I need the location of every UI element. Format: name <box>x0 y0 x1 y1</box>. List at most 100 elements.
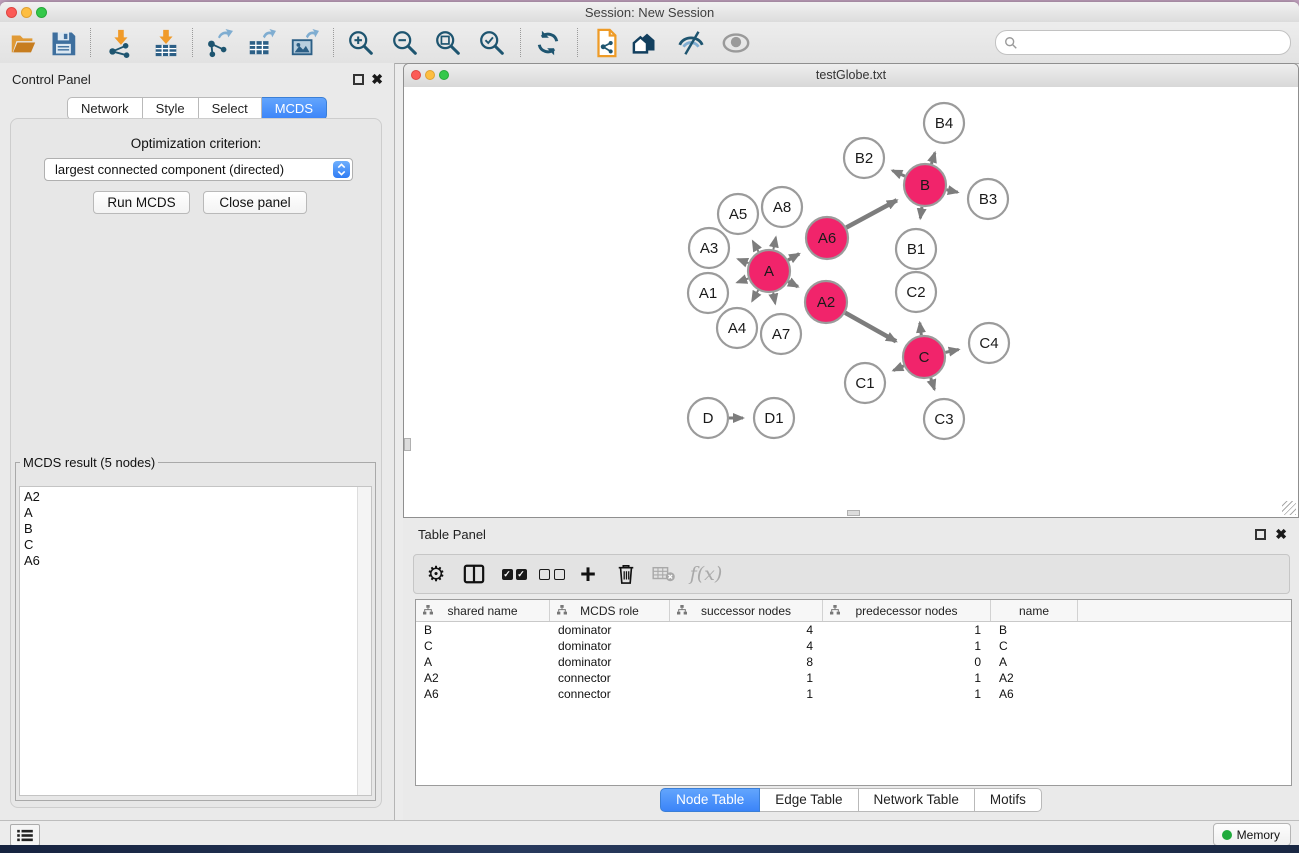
column-header-predecessor-nodes[interactable]: predecessor nodes <box>823 600 991 621</box>
open-file-icon[interactable] <box>5 25 41 60</box>
cell-successor-nodes[interactable]: 8 <box>670 654 823 670</box>
cell-name[interactable]: A6 <box>991 686 1078 702</box>
network-graph[interactable]: B4B2BB3A8A5A6B1A3AA1C2A2A4A7CC4C1C3DD1 <box>404 87 1298 517</box>
cell-MCDS-role[interactable]: dominator <box>550 654 670 670</box>
node-C1[interactable]: C1 <box>845 363 885 403</box>
cell-predecessor-nodes[interactable]: 1 <box>823 638 991 654</box>
network-file-icon[interactable] <box>588 25 624 60</box>
node-A7[interactable]: A7 <box>761 314 801 354</box>
cell-shared-name[interactable]: C <box>416 638 550 654</box>
edge-C-C4[interactable] <box>946 350 959 353</box>
show-column-icon[interactable] <box>458 559 490 589</box>
zoom-selected-icon[interactable] <box>474 25 510 60</box>
table-row[interactable]: A6connector11A6 <box>416 686 1291 702</box>
edge-B-B4[interactable] <box>931 153 934 164</box>
criterion-dropdown[interactable]: largest connected component (directed) <box>44 158 353 181</box>
tab-mcds[interactable]: MCDS <box>262 97 327 120</box>
mcds-result-item[interactable]: A <box>20 505 357 521</box>
cell-successor-nodes[interactable]: 4 <box>670 622 823 638</box>
edge-A-A3[interactable] <box>738 259 749 263</box>
table-row[interactable]: Adominator80A <box>416 654 1291 670</box>
unselect-all-columns-icon[interactable] <box>536 559 568 589</box>
edge-A-A4[interactable] <box>752 290 758 301</box>
node-A1[interactable]: A1 <box>688 273 728 313</box>
cell-shared-name[interactable]: A6 <box>416 686 550 702</box>
edge-A-A6[interactable] <box>788 254 799 260</box>
canvas-left-handle[interactable] <box>404 438 411 451</box>
column-header-MCDS-role[interactable]: MCDS role <box>550 600 670 621</box>
graphics-details-eye-icon[interactable] <box>718 25 754 60</box>
float-panel-icon[interactable] <box>353 74 364 85</box>
tab-select[interactable]: Select <box>199 97 262 120</box>
node-A5[interactable]: A5 <box>718 194 758 234</box>
edge-C-C2[interactable] <box>920 323 922 335</box>
search-input[interactable] <box>1018 33 1282 53</box>
node-A2[interactable]: A2 <box>805 281 847 323</box>
node-B4[interactable]: B4 <box>924 103 964 143</box>
close-panel-icon[interactable]: ✖ <box>371 71 383 88</box>
mcds-result-item[interactable]: A6 <box>20 553 357 569</box>
mcds-result-item[interactable]: C <box>20 537 357 553</box>
import-table-icon[interactable] <box>148 25 184 60</box>
delete-columns-trash-icon[interactable] <box>610 559 642 589</box>
cell-predecessor-nodes[interactable]: 1 <box>823 622 991 638</box>
cell-name[interactable]: A <box>991 654 1078 670</box>
node-C2[interactable]: C2 <box>896 272 936 312</box>
cell-successor-nodes[interactable]: 1 <box>670 670 823 686</box>
node-A4[interactable]: A4 <box>717 308 757 348</box>
tab-motifs[interactable]: Motifs <box>975 788 1042 812</box>
memory-button[interactable]: Memory <box>1213 823 1291 846</box>
edge-A-A8[interactable] <box>773 237 775 249</box>
node-A6[interactable]: A6 <box>806 217 848 259</box>
cell-name[interactable]: B <box>991 622 1078 638</box>
cell-name[interactable]: C <box>991 638 1078 654</box>
node-C[interactable]: C <box>903 336 945 378</box>
edge-B-B1[interactable] <box>920 207 922 219</box>
save-session-icon[interactable] <box>45 25 81 60</box>
cell-predecessor-nodes[interactable]: 1 <box>823 670 991 686</box>
tab-style[interactable]: Style <box>143 97 199 120</box>
mcds-result-scrollbar[interactable] <box>357 487 371 795</box>
show-hide-panel-icon[interactable] <box>673 25 709 60</box>
tab-edge-table[interactable]: Edge Table <box>760 788 858 812</box>
node-D[interactable]: D <box>688 398 728 438</box>
canvas-bottom-handle[interactable] <box>847 510 860 516</box>
window-resize-grip[interactable] <box>1282 501 1296 515</box>
cell-name[interactable]: A2 <box>991 670 1078 686</box>
edge-A-A5[interactable] <box>753 241 759 251</box>
export-network-icon[interactable] <box>200 25 236 60</box>
edge-A-A1[interactable] <box>737 278 748 282</box>
column-header-name[interactable]: name <box>991 600 1078 621</box>
node-A8[interactable]: A8 <box>762 187 802 227</box>
edge-A6-B[interactable] <box>846 200 897 227</box>
cell-MCDS-role[interactable]: connector <box>550 686 670 702</box>
select-all-columns-icon[interactable]: ✓✓ <box>498 559 530 589</box>
run-mcds-button[interactable]: Run MCDS <box>93 191 190 214</box>
cell-successor-nodes[interactable]: 4 <box>670 638 823 654</box>
cell-shared-name[interactable]: A2 <box>416 670 550 686</box>
edge-B-B3[interactable] <box>946 190 957 193</box>
close-panel-button[interactable]: Close panel <box>203 191 307 214</box>
node-B3[interactable]: B3 <box>968 179 1008 219</box>
cell-MCDS-role[interactable]: dominator <box>550 638 670 654</box>
cell-successor-nodes[interactable]: 1 <box>670 686 823 702</box>
cell-shared-name[interactable]: A <box>416 654 550 670</box>
node-C4[interactable]: C4 <box>969 323 1009 363</box>
cell-MCDS-role[interactable]: connector <box>550 670 670 686</box>
mcds-result-item[interactable]: A2 <box>20 489 357 505</box>
edge-B-B2[interactable] <box>892 171 905 177</box>
column-header-successor-nodes[interactable]: successor nodes <box>670 600 823 621</box>
node-B1[interactable]: B1 <box>896 229 936 269</box>
node-A[interactable]: A <box>748 250 790 292</box>
float-table-panel-icon[interactable] <box>1255 529 1266 540</box>
table-row[interactable]: Cdominator41C <box>416 638 1291 654</box>
cell-predecessor-nodes[interactable]: 1 <box>823 686 991 702</box>
node-B2[interactable]: B2 <box>844 138 884 178</box>
create-column-icon[interactable]: + <box>572 559 604 589</box>
cell-shared-name[interactable]: B <box>416 622 550 638</box>
network-canvas[interactable]: B4B2BB3A8A5A6B1A3AA1C2A2A4A7CC4C1C3DD1 <box>404 87 1298 517</box>
cell-MCDS-role[interactable]: dominator <box>550 622 670 638</box>
zoom-out-icon[interactable] <box>387 25 423 60</box>
node-D1[interactable]: D1 <box>754 398 794 438</box>
tab-network[interactable]: Network <box>67 97 143 120</box>
